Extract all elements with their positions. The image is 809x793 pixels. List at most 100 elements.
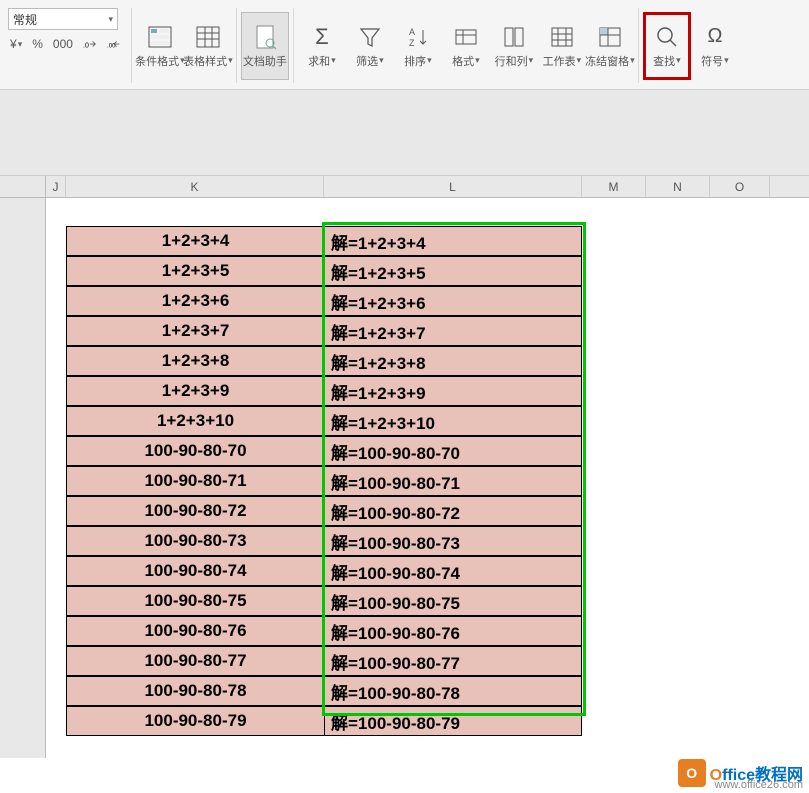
cell-k[interactable]: 100-90-80-78 — [66, 676, 324, 706]
col-header-K[interactable]: K — [66, 176, 324, 197]
svg-text:Z: Z — [409, 38, 415, 48]
cell-k[interactable]: 100-90-80-77 — [66, 646, 324, 676]
col-header-M[interactable]: M — [582, 176, 646, 197]
chevron-down-icon: ▾ — [108, 14, 113, 25]
cell-l[interactable]: 解=1+2+3+9 — [324, 376, 582, 406]
cell-l[interactable]: 解=100-90-80-79 — [324, 706, 582, 736]
cell-k[interactable]: 1+2+3+7 — [66, 316, 324, 346]
magnifier-icon — [655, 23, 679, 51]
table-row: 1+2+3+8解=1+2+3+8 — [66, 346, 582, 376]
cell-k[interactable]: 100-90-80-75 — [66, 586, 324, 616]
doc-helper-icon — [253, 23, 277, 51]
edit-group: Σ 求和▾ 筛选▾ AZ 排序▾ 格式▾ 行和列▾ 工作表▾ 冻结窗格▾ — [294, 8, 639, 83]
table-style-icon — [195, 23, 221, 51]
conditional-format-button[interactable]: 条件格式▾ — [136, 12, 184, 80]
filter-button[interactable]: 筛选▾ — [346, 12, 394, 80]
freeze-button[interactable]: 冻结窗格▾ — [586, 12, 634, 80]
column-headers: J K L M N O — [0, 176, 809, 198]
table-style-button[interactable]: 表格样式▾ — [184, 12, 232, 80]
cell-l[interactable]: 解=100-90-80-78 — [324, 676, 582, 706]
table-row: 100-90-80-75解=100-90-80-75 — [66, 586, 582, 616]
number-format-group: 常规 ▾ ¥▾ % 000 .0 .00 — [0, 8, 132, 83]
svg-text:A: A — [409, 27, 415, 37]
cell-l[interactable]: 解=100-90-80-75 — [324, 586, 582, 616]
table-row: 100-90-80-78解=100-90-80-78 — [66, 676, 582, 706]
sigma-icon: Σ — [315, 23, 329, 51]
table-row: 100-90-80-77解=100-90-80-77 — [66, 646, 582, 676]
currency-button[interactable]: ¥▾ — [8, 36, 24, 52]
cell-l[interactable]: 解=1+2+3+7 — [324, 316, 582, 346]
table-row: 1+2+3+7解=1+2+3+7 — [66, 316, 582, 346]
cell-l[interactable]: 解=1+2+3+6 — [324, 286, 582, 316]
cell-l[interactable]: 解=100-90-80-76 — [324, 616, 582, 646]
increase-decimal-button[interactable]: .00 — [105, 36, 123, 52]
cell-k[interactable]: 100-90-80-79 — [66, 706, 324, 736]
sum-button[interactable]: Σ 求和▾ — [298, 12, 346, 80]
number-format-dropdown[interactable]: 常规 ▾ — [8, 8, 118, 30]
worksheet-button[interactable]: 工作表▾ — [538, 12, 586, 80]
cell-grid[interactable]: 1+2+3+4解=1+2+3+41+2+3+5解=1+2+3+51+2+3+6解… — [46, 198, 809, 758]
rowcol-button[interactable]: 行和列▾ — [490, 12, 538, 80]
doc-helper-group: 文档助手 — [237, 8, 294, 83]
doc-helper-button[interactable]: 文档助手 — [241, 12, 289, 80]
cell-k[interactable]: 100-90-80-71 — [66, 466, 324, 496]
cell-k[interactable]: 100-90-80-76 — [66, 616, 324, 646]
cell-k[interactable]: 1+2+3+9 — [66, 376, 324, 406]
cell-l[interactable]: 解=1+2+3+8 — [324, 346, 582, 376]
symbol-button[interactable]: Ω 符号▾ — [691, 12, 739, 80]
table-row: 100-90-80-76解=100-90-80-76 — [66, 616, 582, 646]
cell-k[interactable]: 1+2+3+10 — [66, 406, 324, 436]
select-all-corner[interactable] — [0, 176, 46, 197]
omega-icon: Ω — [707, 23, 722, 51]
funnel-icon — [359, 23, 381, 51]
row-number-column — [0, 198, 46, 758]
cell-l[interactable]: 解=1+2+3+5 — [324, 256, 582, 286]
table-row: 1+2+3+9解=1+2+3+9 — [66, 376, 582, 406]
cell-l[interactable]: 解=1+2+3+4 — [324, 226, 582, 256]
svg-text:.0: .0 — [83, 43, 89, 50]
cell-k[interactable]: 100-90-80-72 — [66, 496, 324, 526]
cell-k[interactable]: 1+2+3+8 — [66, 346, 324, 376]
watermark-url: www.office26.com — [715, 779, 803, 791]
col-header-L[interactable]: L — [324, 176, 582, 197]
cell-k[interactable]: 1+2+3+5 — [66, 256, 324, 286]
table-row: 100-90-80-74解=100-90-80-74 — [66, 556, 582, 586]
table-row: 100-90-80-70解=100-90-80-70 — [66, 436, 582, 466]
cell-k[interactable]: 100-90-80-70 — [66, 436, 324, 466]
cell-k[interactable]: 100-90-80-74 — [66, 556, 324, 586]
cell-l[interactable]: 解=100-90-80-73 — [324, 526, 582, 556]
table-row: 1+2+3+4解=1+2+3+4 — [66, 226, 582, 256]
percent-button[interactable]: % — [30, 36, 45, 52]
worksheet-icon — [550, 23, 574, 51]
cell-l[interactable]: 解=100-90-80-77 — [324, 646, 582, 676]
format-icon — [454, 23, 478, 51]
cell-k[interactable]: 1+2+3+6 — [66, 286, 324, 316]
comma-button[interactable]: 000 — [51, 36, 75, 52]
find-group: 查找▾ Ω 符号▾ — [639, 8, 743, 83]
col-header-N[interactable]: N — [646, 176, 710, 197]
cell-l[interactable]: 解=100-90-80-72 — [324, 496, 582, 526]
conditional-format-icon — [147, 23, 173, 51]
cell-k[interactable]: 1+2+3+4 — [66, 226, 324, 256]
table-row: 100-90-80-71解=100-90-80-71 — [66, 466, 582, 496]
table-row: 100-90-80-72解=100-90-80-72 — [66, 496, 582, 526]
table-row: 1+2+3+5解=1+2+3+5 — [66, 256, 582, 286]
cell-k[interactable]: 100-90-80-73 — [66, 526, 324, 556]
format-button[interactable]: 格式▾ — [442, 12, 490, 80]
sort-button[interactable]: AZ 排序▾ — [394, 12, 442, 80]
cell-l[interactable]: 解=100-90-80-70 — [324, 436, 582, 466]
worksheet-grid: 1+2+3+4解=1+2+3+41+2+3+5解=1+2+3+51+2+3+6解… — [0, 198, 809, 758]
col-header-O[interactable]: O — [710, 176, 770, 197]
decrease-decimal-button[interactable]: .0 — [81, 36, 99, 52]
styles-group: 条件格式▾ 表格样式▾ — [132, 8, 237, 83]
office-logo-icon: O — [678, 759, 706, 787]
col-header-J[interactable]: J — [46, 176, 66, 197]
formula-bar-area — [0, 90, 809, 176]
table-row: 100-90-80-79解=100-90-80-79 — [66, 706, 582, 736]
cell-l[interactable]: 解=1+2+3+10 — [324, 406, 582, 436]
cell-l[interactable]: 解=100-90-80-71 — [324, 466, 582, 496]
sort-icon: AZ — [407, 23, 429, 51]
cell-l[interactable]: 解=100-90-80-74 — [324, 556, 582, 586]
table-row: 1+2+3+6解=1+2+3+6 — [66, 286, 582, 316]
find-button[interactable]: 查找▾ — [643, 12, 691, 80]
